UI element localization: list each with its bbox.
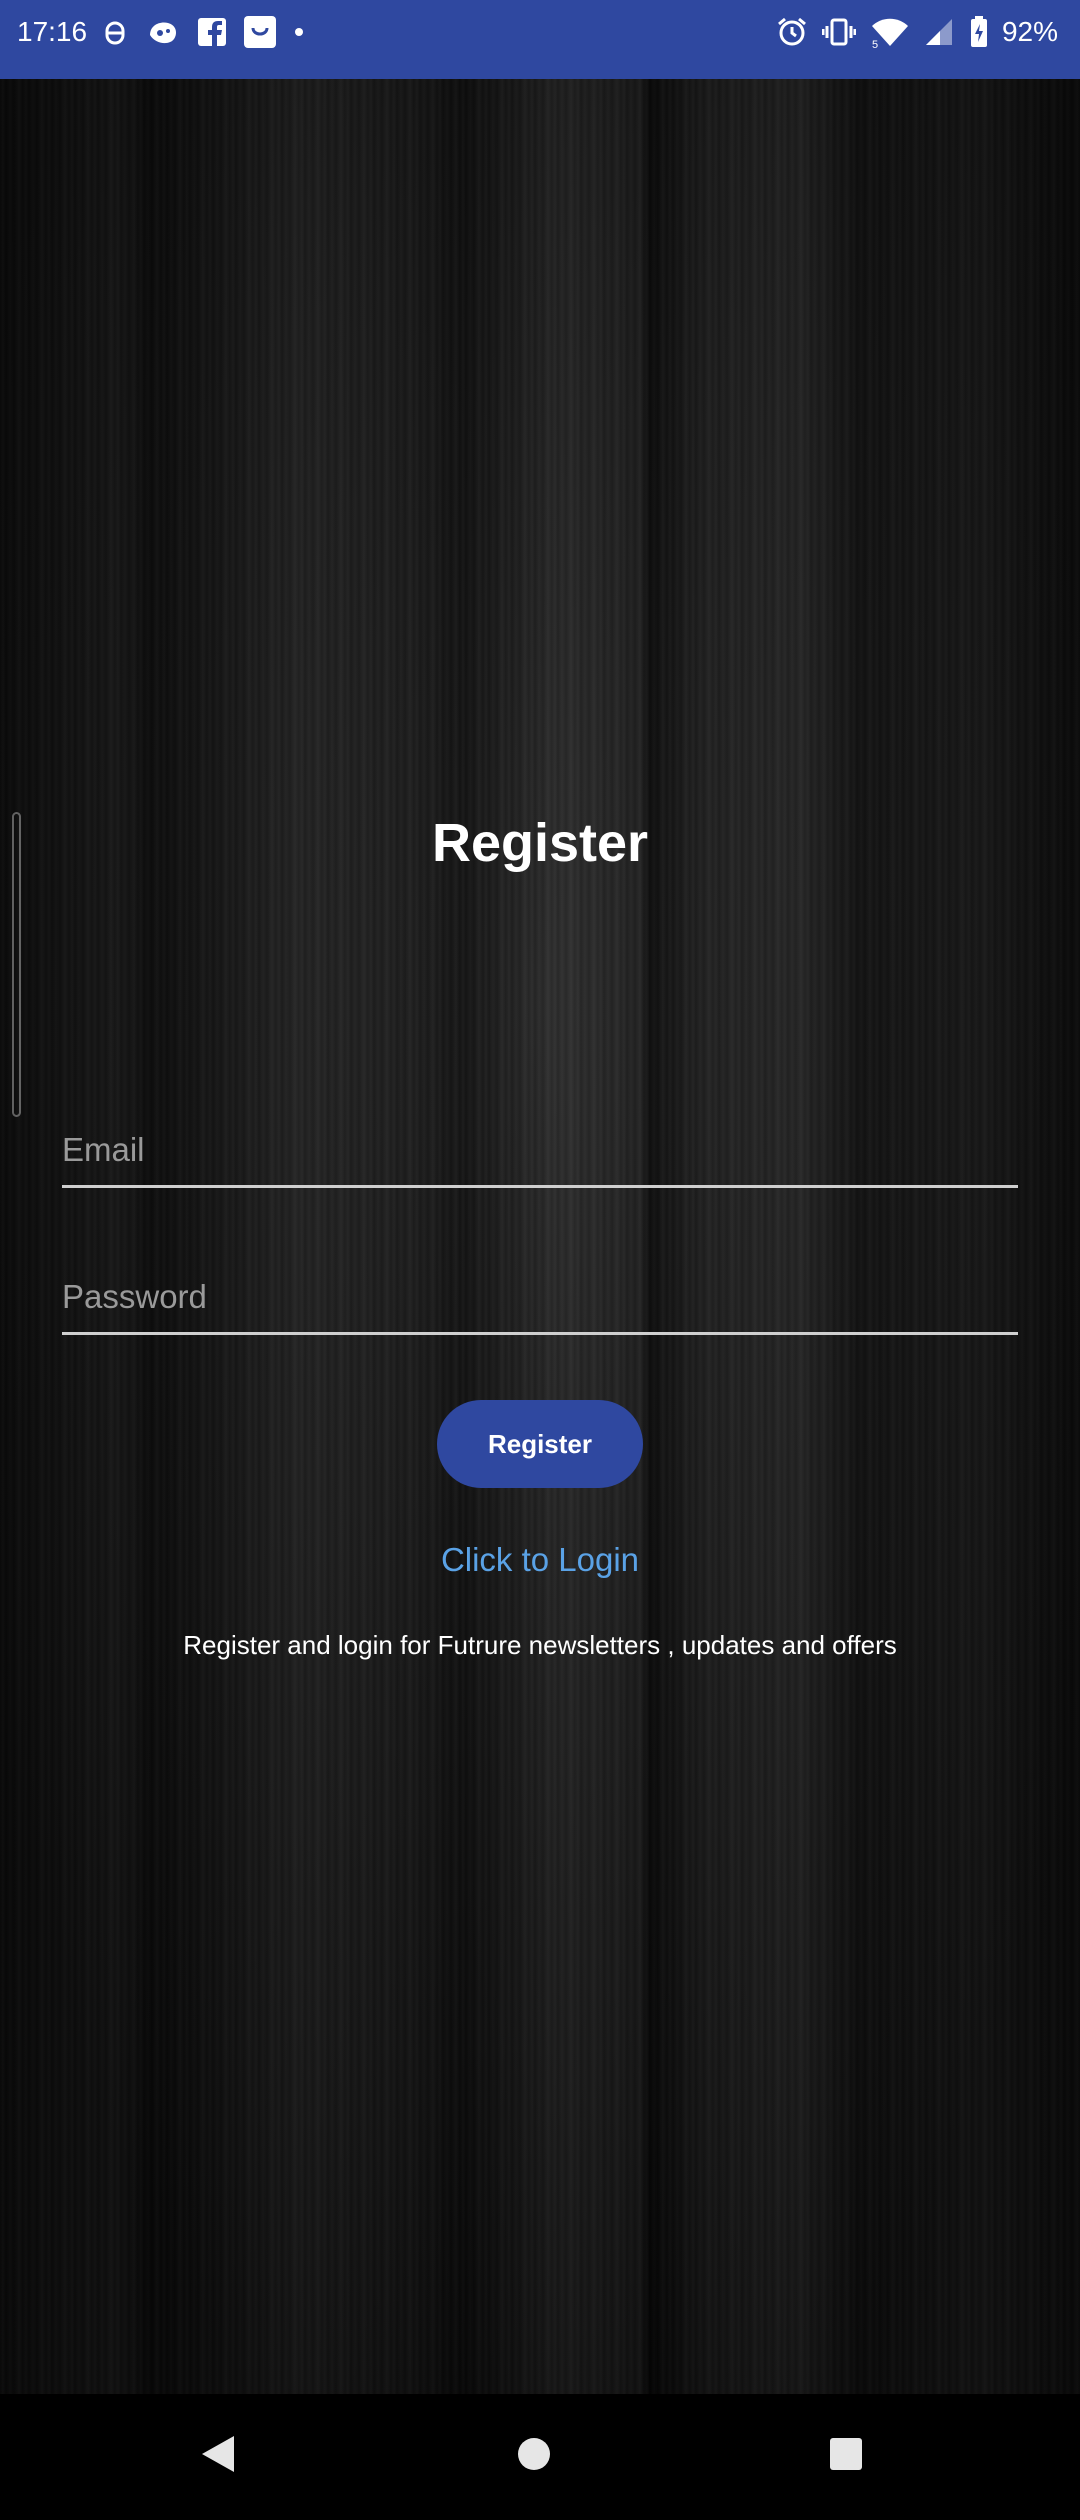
shopping-bag-icon <box>244 16 276 48</box>
email-field-container <box>62 1115 1018 1188</box>
facebook-icon <box>198 18 226 46</box>
wifi-icon: 5 <box>870 16 910 48</box>
navigation-bar <box>0 2394 1080 2520</box>
click-to-login-link[interactable]: Click to Login <box>0 1541 1080 1579</box>
vibrate-icon <box>821 17 856 47</box>
gamepad-icon <box>146 17 180 47</box>
password-field-container <box>62 1262 1018 1335</box>
svg-text:5: 5 <box>872 39 878 48</box>
page-title: Register <box>431 813 649 873</box>
alarm-icon <box>776 16 808 48</box>
bug-icon <box>102 17 128 47</box>
back-icon[interactable] <box>200 2434 236 2479</box>
battery-percent: 92% <box>1001 16 1058 47</box>
status-time: 17:16 <box>17 16 88 47</box>
system-icons: 5 92% <box>776 14 1058 50</box>
register-button[interactable]: Register <box>437 1400 643 1488</box>
home-icon[interactable] <box>516 2434 552 2479</box>
password-field[interactable] <box>62 1262 1018 1332</box>
info-text: Register and login for Futrure newslette… <box>183 1630 897 1660</box>
wood-background <box>0 79 1080 2394</box>
signal-icon <box>924 17 956 47</box>
notification-icons <box>102 14 304 50</box>
battery-icon <box>970 16 988 48</box>
recents-icon[interactable] <box>828 2434 864 2479</box>
email-field[interactable] <box>62 1115 1018 1185</box>
status-bar: 17:16 5 92% <box>0 0 1080 79</box>
dot-icon <box>294 27 304 37</box>
